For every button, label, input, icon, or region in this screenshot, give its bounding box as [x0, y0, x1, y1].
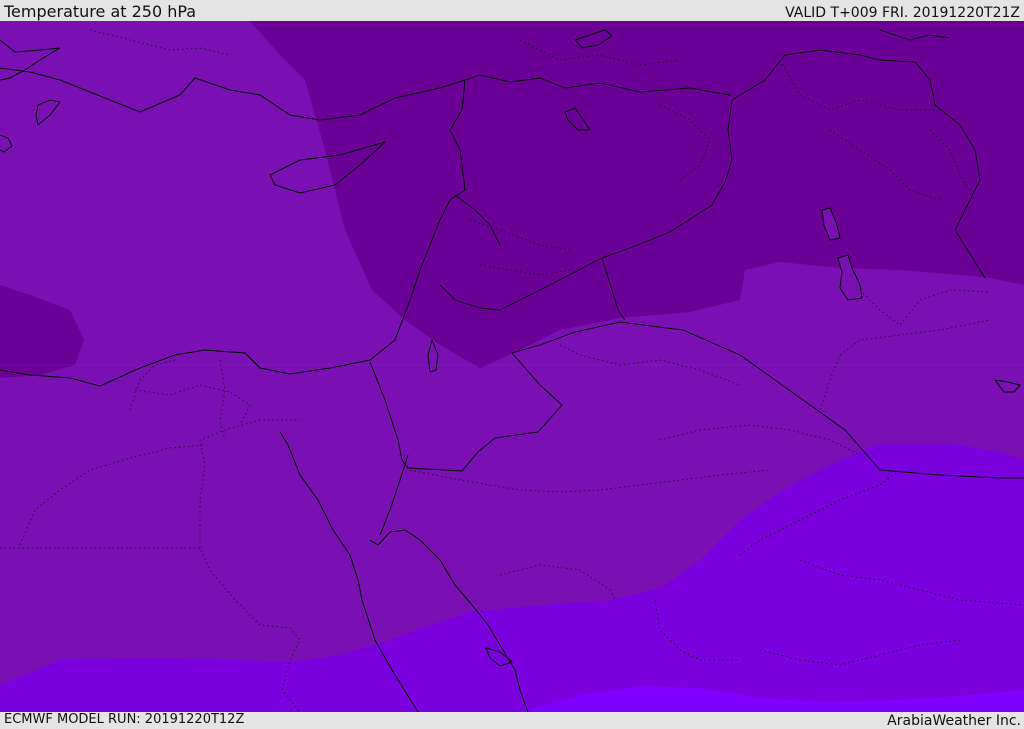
valid-time: VALID T+009 FRI. 20191220T21Z	[785, 5, 1020, 21]
header-bar: Temperature at 250 hPa VALID T+009 FRI. …	[0, 0, 1024, 21]
model-run-label: ECMWF MODEL RUN: 20191220T12Z	[4, 712, 245, 727]
map-title: Temperature at 250 hPa	[4, 2, 197, 21]
temperature-map[interactable]	[0, 21, 1024, 712]
brand-label: ArabiaWeather Inc.	[887, 713, 1021, 729]
weather-map-frame: Temperature at 250 hPa VALID T+009 FRI. …	[0, 0, 1024, 729]
footer-bar: ECMWF MODEL RUN: 20191220T12Z ArabiaWeat…	[0, 712, 1024, 729]
